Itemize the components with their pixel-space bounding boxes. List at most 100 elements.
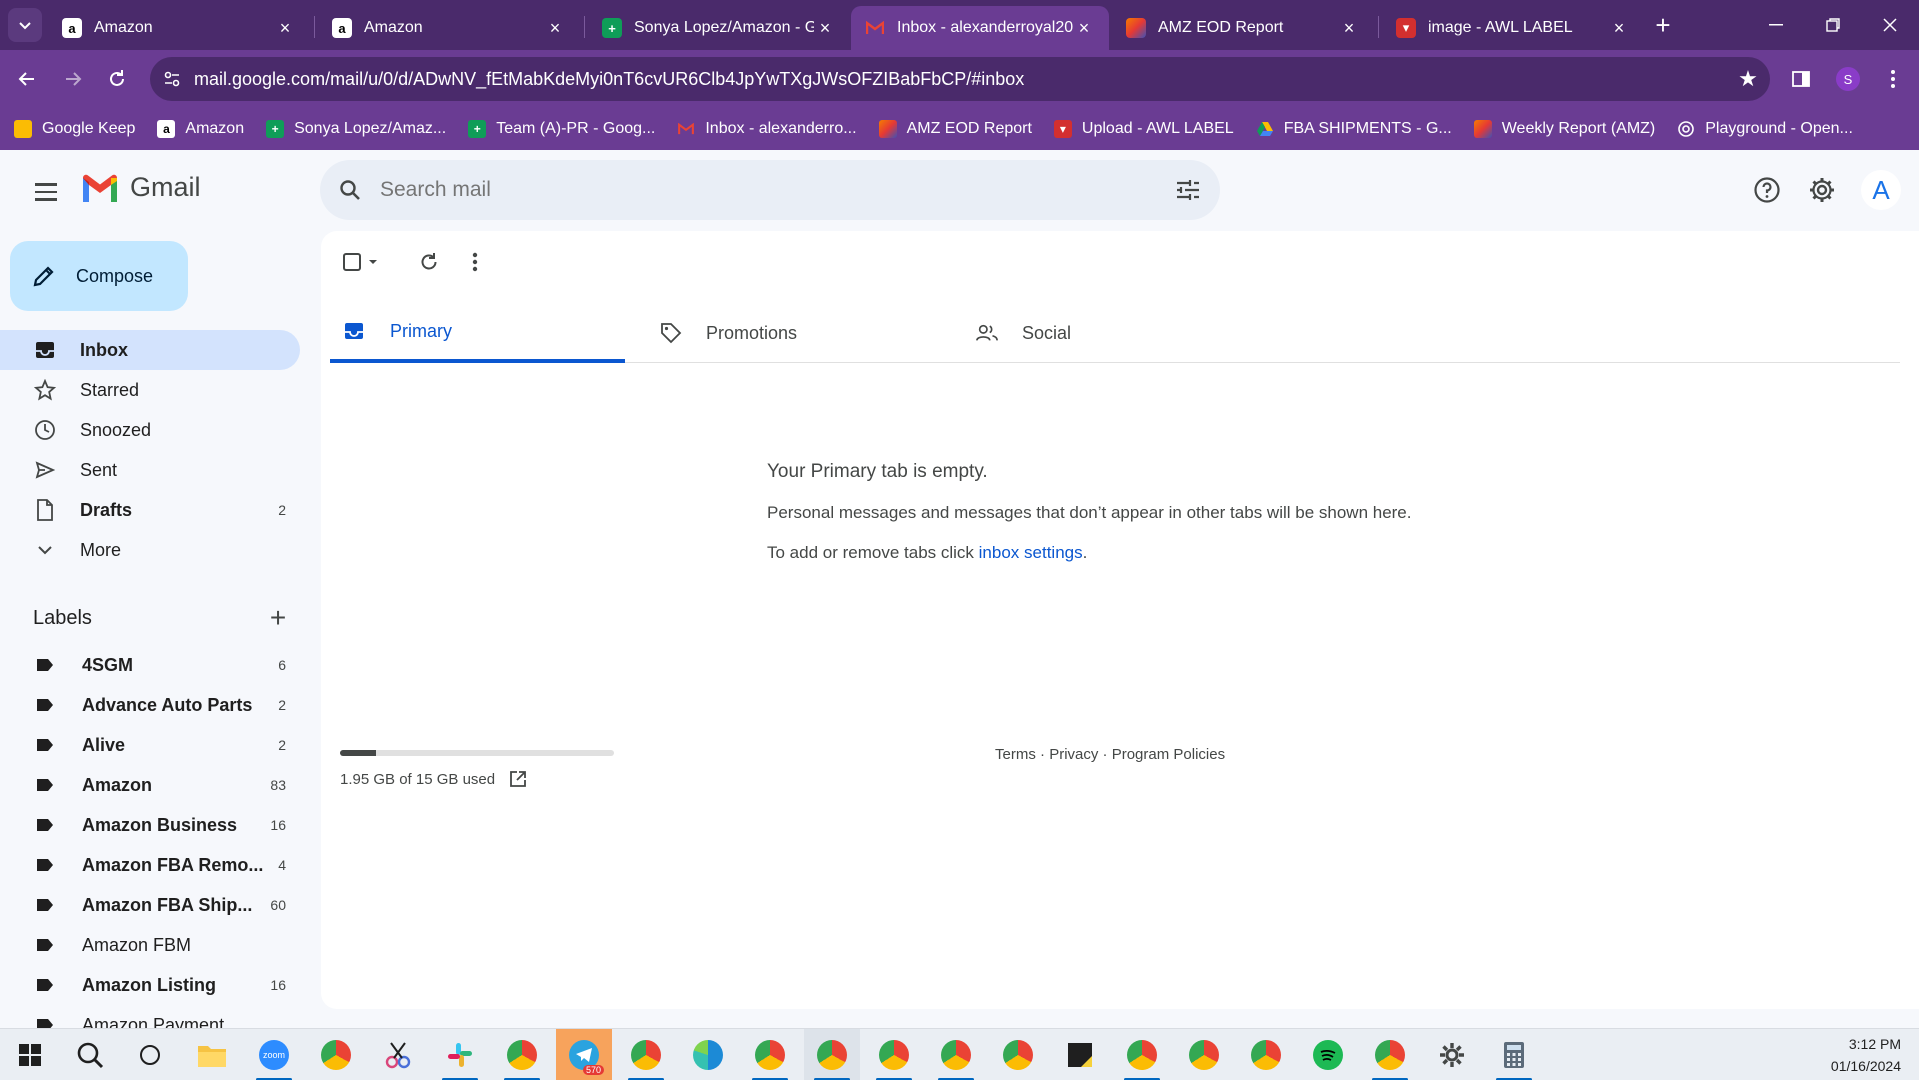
file-explorer-icon[interactable] — [184, 1029, 240, 1080]
tab-close-icon[interactable]: × — [814, 17, 836, 39]
chrome-app-icon[interactable] — [618, 1029, 674, 1080]
more-options-icon[interactable] — [472, 249, 478, 275]
back-button[interactable] — [10, 62, 44, 96]
inbox-settings-link[interactable]: inbox settings — [979, 543, 1083, 562]
bookmark-item[interactable]: Inbox - alexanderro... — [677, 120, 857, 138]
search-icon[interactable] — [320, 178, 380, 202]
tab-social[interactable]: Social — [962, 303, 1257, 363]
site-info-icon[interactable] — [150, 70, 194, 88]
minimize-button[interactable] — [1748, 0, 1804, 50]
bookmark-item[interactable]: Playground - Open... — [1677, 120, 1853, 138]
windows-start-icon[interactable] — [2, 1029, 58, 1080]
chrome-app-icon[interactable] — [494, 1029, 550, 1080]
privacy-link[interactable]: Privacy — [1049, 746, 1098, 763]
chrome-profile-avatar[interactable]: S — [1836, 67, 1860, 91]
new-tab-button[interactable]: + — [1648, 10, 1678, 40]
select-all-checkbox[interactable] — [342, 249, 382, 275]
system-clock[interactable]: 3:12 PM 01/16/2024 — [1831, 1033, 1901, 1077]
chrome-app-icon[interactable] — [1114, 1029, 1170, 1080]
chrome-app-icon[interactable] — [1238, 1029, 1294, 1080]
slack-app-icon[interactable] — [432, 1029, 488, 1080]
bookmark-item[interactable]: Google Keep — [14, 120, 135, 138]
taskbar-search-icon[interactable] — [62, 1029, 118, 1080]
edge-app-icon[interactable] — [680, 1029, 736, 1080]
bookmark-item[interactable]: AMZ EOD Report — [878, 120, 1032, 138]
account-avatar[interactable]: A — [1861, 170, 1901, 210]
nav-item-more[interactable]: More — [0, 530, 300, 570]
chrome-app-icon[interactable] — [928, 1029, 984, 1080]
search-input[interactable] — [380, 178, 1156, 202]
bookmark-item[interactable]: ▾ Upload - AWL LABEL — [1053, 120, 1234, 138]
chrome-app-icon[interactable] — [1362, 1029, 1418, 1080]
browser-tab-2[interactable]: a Amazon × — [318, 6, 580, 50]
tab-close-icon[interactable]: × — [544, 17, 566, 39]
tab-promotions[interactable]: Promotions — [646, 303, 941, 363]
telegram-app-icon[interactable]: 570 — [556, 1029, 612, 1080]
label-item[interactable]: Alive 2 — [0, 725, 300, 765]
chrome-app-icon[interactable] — [1176, 1029, 1232, 1080]
label-item[interactable]: Amazon FBA Remo... 4 — [0, 845, 300, 885]
label-item[interactable]: 4SGM 6 — [0, 645, 300, 685]
search-options-icon[interactable] — [1156, 179, 1220, 201]
browser-tab-5[interactable]: AMZ EOD Report × — [1112, 6, 1374, 50]
label-item[interactable]: Amazon Payment — [0, 1005, 300, 1028]
browser-tab-3[interactable]: + Sonya Lopez/Amazon - Go × — [588, 6, 850, 50]
chrome-app-icon[interactable] — [866, 1029, 922, 1080]
task-view-icon[interactable] — [122, 1029, 178, 1080]
chrome-app-icon[interactable] — [990, 1029, 1046, 1080]
external-link-icon[interactable] — [509, 770, 527, 788]
side-panel-icon[interactable] — [1784, 62, 1818, 96]
search-bar[interactable] — [320, 160, 1220, 220]
restore-button[interactable] — [1805, 0, 1861, 50]
label-item[interactable]: Amazon FBA Ship... 60 — [0, 885, 300, 925]
nav-item-inbox[interactable]: Inbox — [0, 330, 300, 370]
label-item[interactable]: Amazon 83 — [0, 765, 300, 805]
address-bar[interactable]: mail.google.com/mail/u/0/d/ADwNV_fEtMabK… — [150, 57, 1770, 101]
reload-button[interactable] — [100, 62, 134, 96]
calculator-app-icon[interactable] — [1486, 1029, 1542, 1080]
tab-primary[interactable]: Primary — [330, 303, 625, 363]
bookmark-item[interactable]: Weekly Report (AMZ) — [1473, 120, 1655, 138]
bookmark-item[interactable]: FBA SHIPMENTS - G... — [1256, 120, 1452, 138]
tab-close-icon[interactable]: × — [1608, 17, 1630, 39]
tab-close-icon[interactable]: × — [1073, 17, 1095, 39]
label-item[interactable]: Amazon Listing 16 — [0, 965, 300, 1005]
browser-tab-4-active[interactable]: Inbox - alexanderroyal2023 × — [851, 6, 1109, 50]
bookmark-item[interactable]: a Amazon — [157, 120, 244, 138]
program-policies-link[interactable]: Program Policies — [1112, 746, 1225, 763]
help-icon[interactable] — [1747, 170, 1787, 210]
zoom-app-icon[interactable]: zoom — [246, 1029, 302, 1080]
snipping-tool-icon[interactable] — [370, 1029, 426, 1080]
nav-item-snoozed[interactable]: Snoozed — [0, 410, 300, 450]
main-menu-button[interactable] — [26, 172, 66, 212]
chrome-app-icon-active[interactable] — [804, 1029, 860, 1080]
label-item[interactable]: Amazon FBM — [0, 925, 300, 965]
terms-link[interactable]: Terms — [995, 746, 1036, 763]
settings-gear-icon[interactable] — [1802, 170, 1842, 210]
tab-close-icon[interactable]: × — [1338, 17, 1360, 39]
compose-button[interactable]: Compose — [10, 241, 188, 311]
refresh-icon[interactable] — [418, 249, 440, 275]
sticky-notes-icon[interactable] — [1052, 1029, 1108, 1080]
spotify-app-icon[interactable] — [1300, 1029, 1356, 1080]
forward-button[interactable] — [56, 62, 90, 96]
close-window-button[interactable] — [1862, 0, 1918, 50]
chrome-menu-icon[interactable] — [1876, 62, 1910, 96]
chrome-app-icon[interactable] — [308, 1029, 364, 1080]
tab-close-icon[interactable]: × — [274, 17, 296, 39]
chrome-app-icon[interactable] — [742, 1029, 798, 1080]
settings-app-icon[interactable] — [1424, 1029, 1480, 1080]
bookmark-item[interactable]: + Team (A)-PR - Goog... — [468, 120, 655, 138]
label-item[interactable]: Advance Auto Parts 2 — [0, 685, 300, 725]
gmail-logo[interactable]: Gmail — [80, 172, 201, 203]
nav-item-sent[interactable]: Sent — [0, 450, 300, 490]
nav-item-drafts[interactable]: Drafts 2 — [0, 490, 300, 530]
bookmark-item[interactable]: + Sonya Lopez/Amaz... — [266, 120, 446, 138]
nav-item-starred[interactable]: Starred — [0, 370, 300, 410]
browser-tab-6[interactable]: ▾ image - AWL LABEL × — [1382, 6, 1644, 50]
browser-tab-1[interactable]: a Amazon × — [48, 6, 310, 50]
label-item[interactable]: Amazon Business 16 — [0, 805, 300, 845]
create-label-plus-icon[interactable]: + — [263, 602, 293, 634]
bookmark-star-icon[interactable]: ★ — [1726, 66, 1770, 92]
tab-search-button[interactable] — [8, 8, 42, 42]
